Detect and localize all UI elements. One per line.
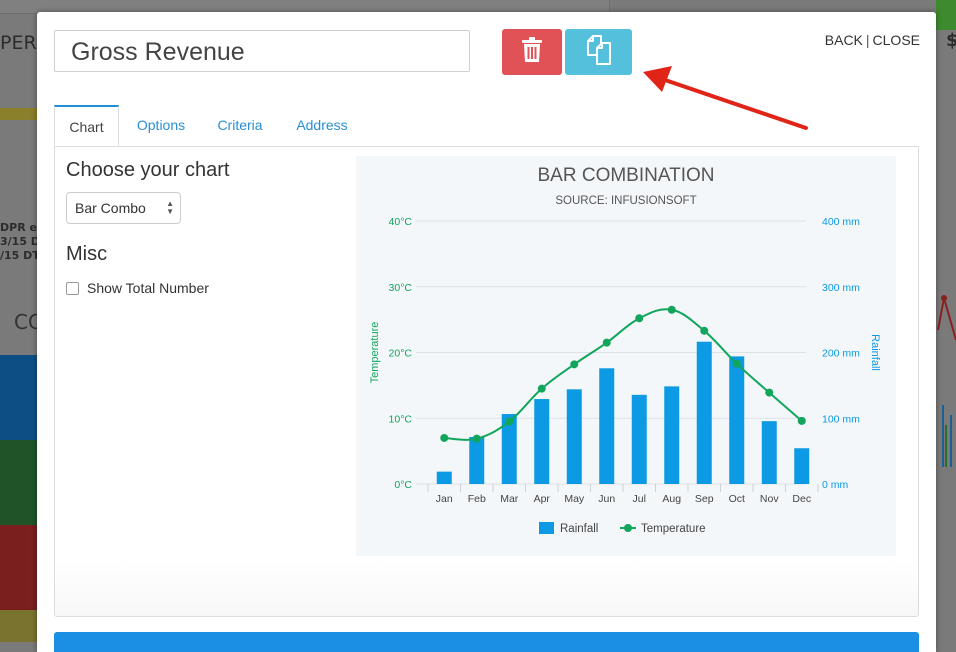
bg-bar-chart <box>942 405 952 467</box>
bar-combo-chart: BAR COMBINATION SOURCE: INFUSIONSOFT 0°C 10… <box>369 165 881 535</box>
bg-line-chart <box>937 295 956 341</box>
x-tick-label: Aug <box>662 493 681 505</box>
y-left-tick-label: 10°C <box>389 413 413 425</box>
select-caret-icon: ▲ ▼ <box>166 199 174 216</box>
bg-band <box>0 610 37 642</box>
tab-criteria[interactable]: Criteria <box>206 105 274 146</box>
temperature-point <box>700 326 709 335</box>
rainfall-bar <box>664 386 680 484</box>
chart-type-select[interactable]: Bar Combo ▲ ▼ <box>66 192 181 224</box>
temperature-point <box>440 433 449 442</box>
bg-band <box>936 0 956 30</box>
chart-subtitle: SOURCE: INFUSIONSOFT <box>555 195 696 207</box>
x-tick-label: Feb <box>468 493 486 505</box>
rainfall-bar <box>534 399 550 484</box>
rainfall-bar <box>794 448 810 484</box>
y-left-tick-label: 40°C <box>389 216 413 228</box>
x-tick-label: May <box>564 493 585 505</box>
bg-band <box>0 355 37 440</box>
temperature-point <box>635 314 644 323</box>
rainfall-bar <box>696 341 712 484</box>
bg-text: PER <box>0 32 37 54</box>
choose-chart-heading: Choose your chart <box>66 159 230 181</box>
chart-preview: BAR COMBINATION SOURCE: INFUSIONSOFT 0°C 10… <box>356 156 896 556</box>
temperature-point <box>667 305 676 314</box>
bg-text: $ <box>946 30 956 51</box>
chart-type-value: Bar Combo <box>75 200 146 216</box>
tab-bar: Chart Options Criteria Address <box>54 105 919 146</box>
x-tick-label: Jan <box>436 493 453 505</box>
y-left-tick-label: 20°C <box>389 348 413 360</box>
y-left-axis-label: Temperature <box>369 322 381 384</box>
delete-button[interactable] <box>502 29 562 75</box>
temperature-point <box>505 417 514 426</box>
top-links: BACK | CLOSE <box>825 32 920 48</box>
show-total-row: Show Total Number <box>66 280 209 296</box>
temperature-point <box>537 384 546 393</box>
chart-title-input[interactable]: Gross Revenue <box>54 30 470 72</box>
y-left-tick-label: 0°C <box>394 479 412 491</box>
y-right-tick-label: 300 mm <box>822 282 860 294</box>
y-left-tick-label: 30°C <box>389 282 413 294</box>
x-tick-label: Dec <box>792 493 811 505</box>
temperature-line <box>444 308 803 441</box>
back-link[interactable]: BACK <box>825 32 863 48</box>
y-right-tick-label: 200 mm <box>822 348 860 360</box>
close-link[interactable]: CLOSE <box>873 32 920 48</box>
bg-band <box>0 108 37 120</box>
trash-icon <box>521 36 543 68</box>
bg-band <box>0 525 37 610</box>
legend-temperature-marker <box>624 524 632 532</box>
rainfall-bar <box>566 389 582 484</box>
tab-chart[interactable]: Chart <box>54 105 119 146</box>
x-tick-label: Jun <box>598 493 615 505</box>
legend-rainfall-swatch <box>539 522 554 534</box>
tab-address[interactable]: Address <box>284 105 360 146</box>
y-right-tick-label: 0 mm <box>822 479 849 491</box>
rainfall-bar <box>761 421 777 484</box>
y-right-axis-label: Rainfall <box>869 334 881 371</box>
show-total-checkbox[interactable] <box>66 281 79 295</box>
rainfall-bar <box>599 368 615 484</box>
y-right-tick-label: 400 mm <box>822 216 860 228</box>
legend-temperature-label: Temperature <box>641 523 706 535</box>
x-tick-label: Jul <box>633 493 646 505</box>
temperature-point <box>797 416 806 425</box>
rainfall-bar <box>631 394 647 484</box>
chart-editor-modal: Gross Revenue BACK | CLOSE Chart Options… <box>37 12 936 652</box>
copy-button[interactable] <box>565 29 632 75</box>
tab-options[interactable]: Options <box>126 105 196 146</box>
x-tick-label: Sep <box>695 493 714 505</box>
x-tick-label: Nov <box>760 493 779 505</box>
show-total-label: Show Total Number <box>87 280 209 296</box>
chart-title: BAR COMBINATION <box>538 165 715 186</box>
bg-band <box>0 440 37 525</box>
copy-icon <box>582 33 616 72</box>
rainfall-bar <box>436 471 452 484</box>
x-tick-label: Mar <box>500 493 519 505</box>
chart-tab-panel: Choose your chart Bar Combo ▲ ▼ Misc Show… <box>54 146 919 617</box>
temperature-point <box>570 360 579 369</box>
x-tick-label: Oct <box>729 493 745 505</box>
y-right-tick-label: 100 mm <box>822 413 860 425</box>
save-button[interactable] <box>54 632 919 652</box>
temperature-point <box>732 359 741 368</box>
temperature-point <box>765 388 774 397</box>
temperature-point <box>602 338 611 347</box>
temperature-point <box>472 434 481 443</box>
link-separator: | <box>865 32 870 48</box>
rainfall-bar <box>729 356 745 484</box>
x-tick-label: Apr <box>534 493 551 505</box>
legend-rainfall-label: Rainfall <box>560 523 598 535</box>
misc-heading: Misc <box>66 243 108 265</box>
rainfall-bar <box>469 436 485 484</box>
